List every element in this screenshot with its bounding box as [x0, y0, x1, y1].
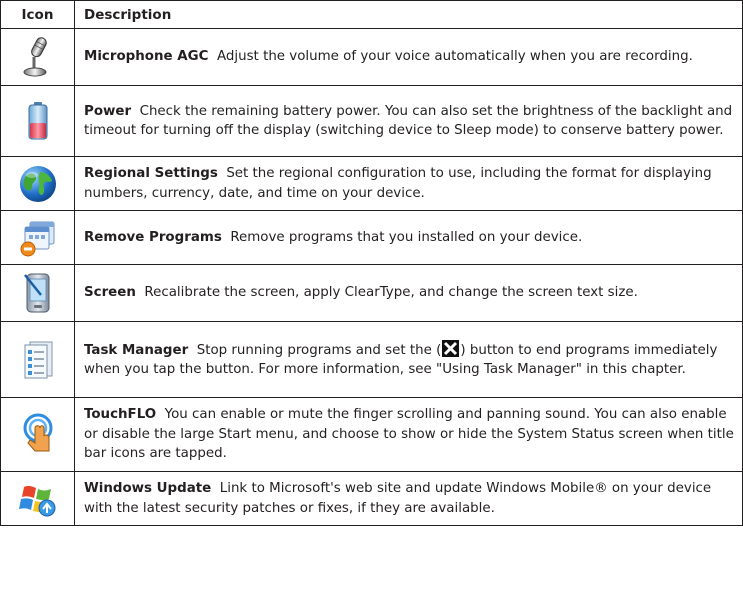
row-title: Regional Settings	[84, 166, 218, 181]
row-title: TouchFLO	[84, 407, 157, 423]
row-description: Recalibrate the screen, apply ClearType,…	[144, 285, 638, 301]
table-row: Microphone AGC Adjust the volume of your…	[0, 28, 743, 86]
row-title: Windows Update	[84, 481, 212, 496]
table-row: Power Check the remaining battery power.…	[0, 85, 743, 157]
row-title: Remove Programs	[84, 229, 222, 245]
close-x-icon	[442, 339, 460, 357]
icon-description-table: Icon Description Microphone AGC Adjust t…	[0, 0, 743, 526]
row-description: Remove programs that you installed on yo…	[230, 229, 583, 245]
row-description-part-1: Stop running programs and set the (	[196, 342, 442, 358]
microphone-icon	[1, 35, 74, 79]
row-title: Screen	[84, 285, 136, 301]
windows-update-icon	[1, 479, 74, 519]
table-row: Screen Recalibrate the screen, apply Cle…	[0, 264, 743, 322]
remove-programs-icon	[1, 218, 74, 258]
column-header-description: Description	[74, 0, 743, 29]
table-row: Windows Update Link to Microsoft's web s…	[0, 471, 743, 526]
row-title: Microphone AGC	[84, 49, 209, 65]
screen-stylus-icon	[1, 271, 74, 315]
row-description: You can enable or mute the finger scroll…	[84, 407, 734, 462]
row-title: Task Manager	[84, 342, 189, 358]
row-title: Power	[84, 103, 132, 119]
globe-icon	[1, 164, 74, 204]
table-header-row: Icon Description	[0, 0, 743, 29]
table-row: Remove Programs Remove programs that you…	[0, 210, 743, 265]
touchflo-icon	[1, 413, 74, 457]
row-description: Check the remaining battery power. You c…	[84, 103, 733, 139]
table-row: Regional Settings Set the regional confi…	[0, 156, 743, 211]
task-manager-icon	[1, 340, 74, 380]
table-row: TouchFLO You can enable or mute the fing…	[0, 397, 743, 472]
table-row: Task Manager Stop running programs and s…	[0, 321, 743, 398]
row-description: Adjust the volume of your voice automati…	[216, 49, 693, 65]
battery-icon	[1, 101, 74, 141]
column-header-icon: Icon	[0, 0, 75, 29]
